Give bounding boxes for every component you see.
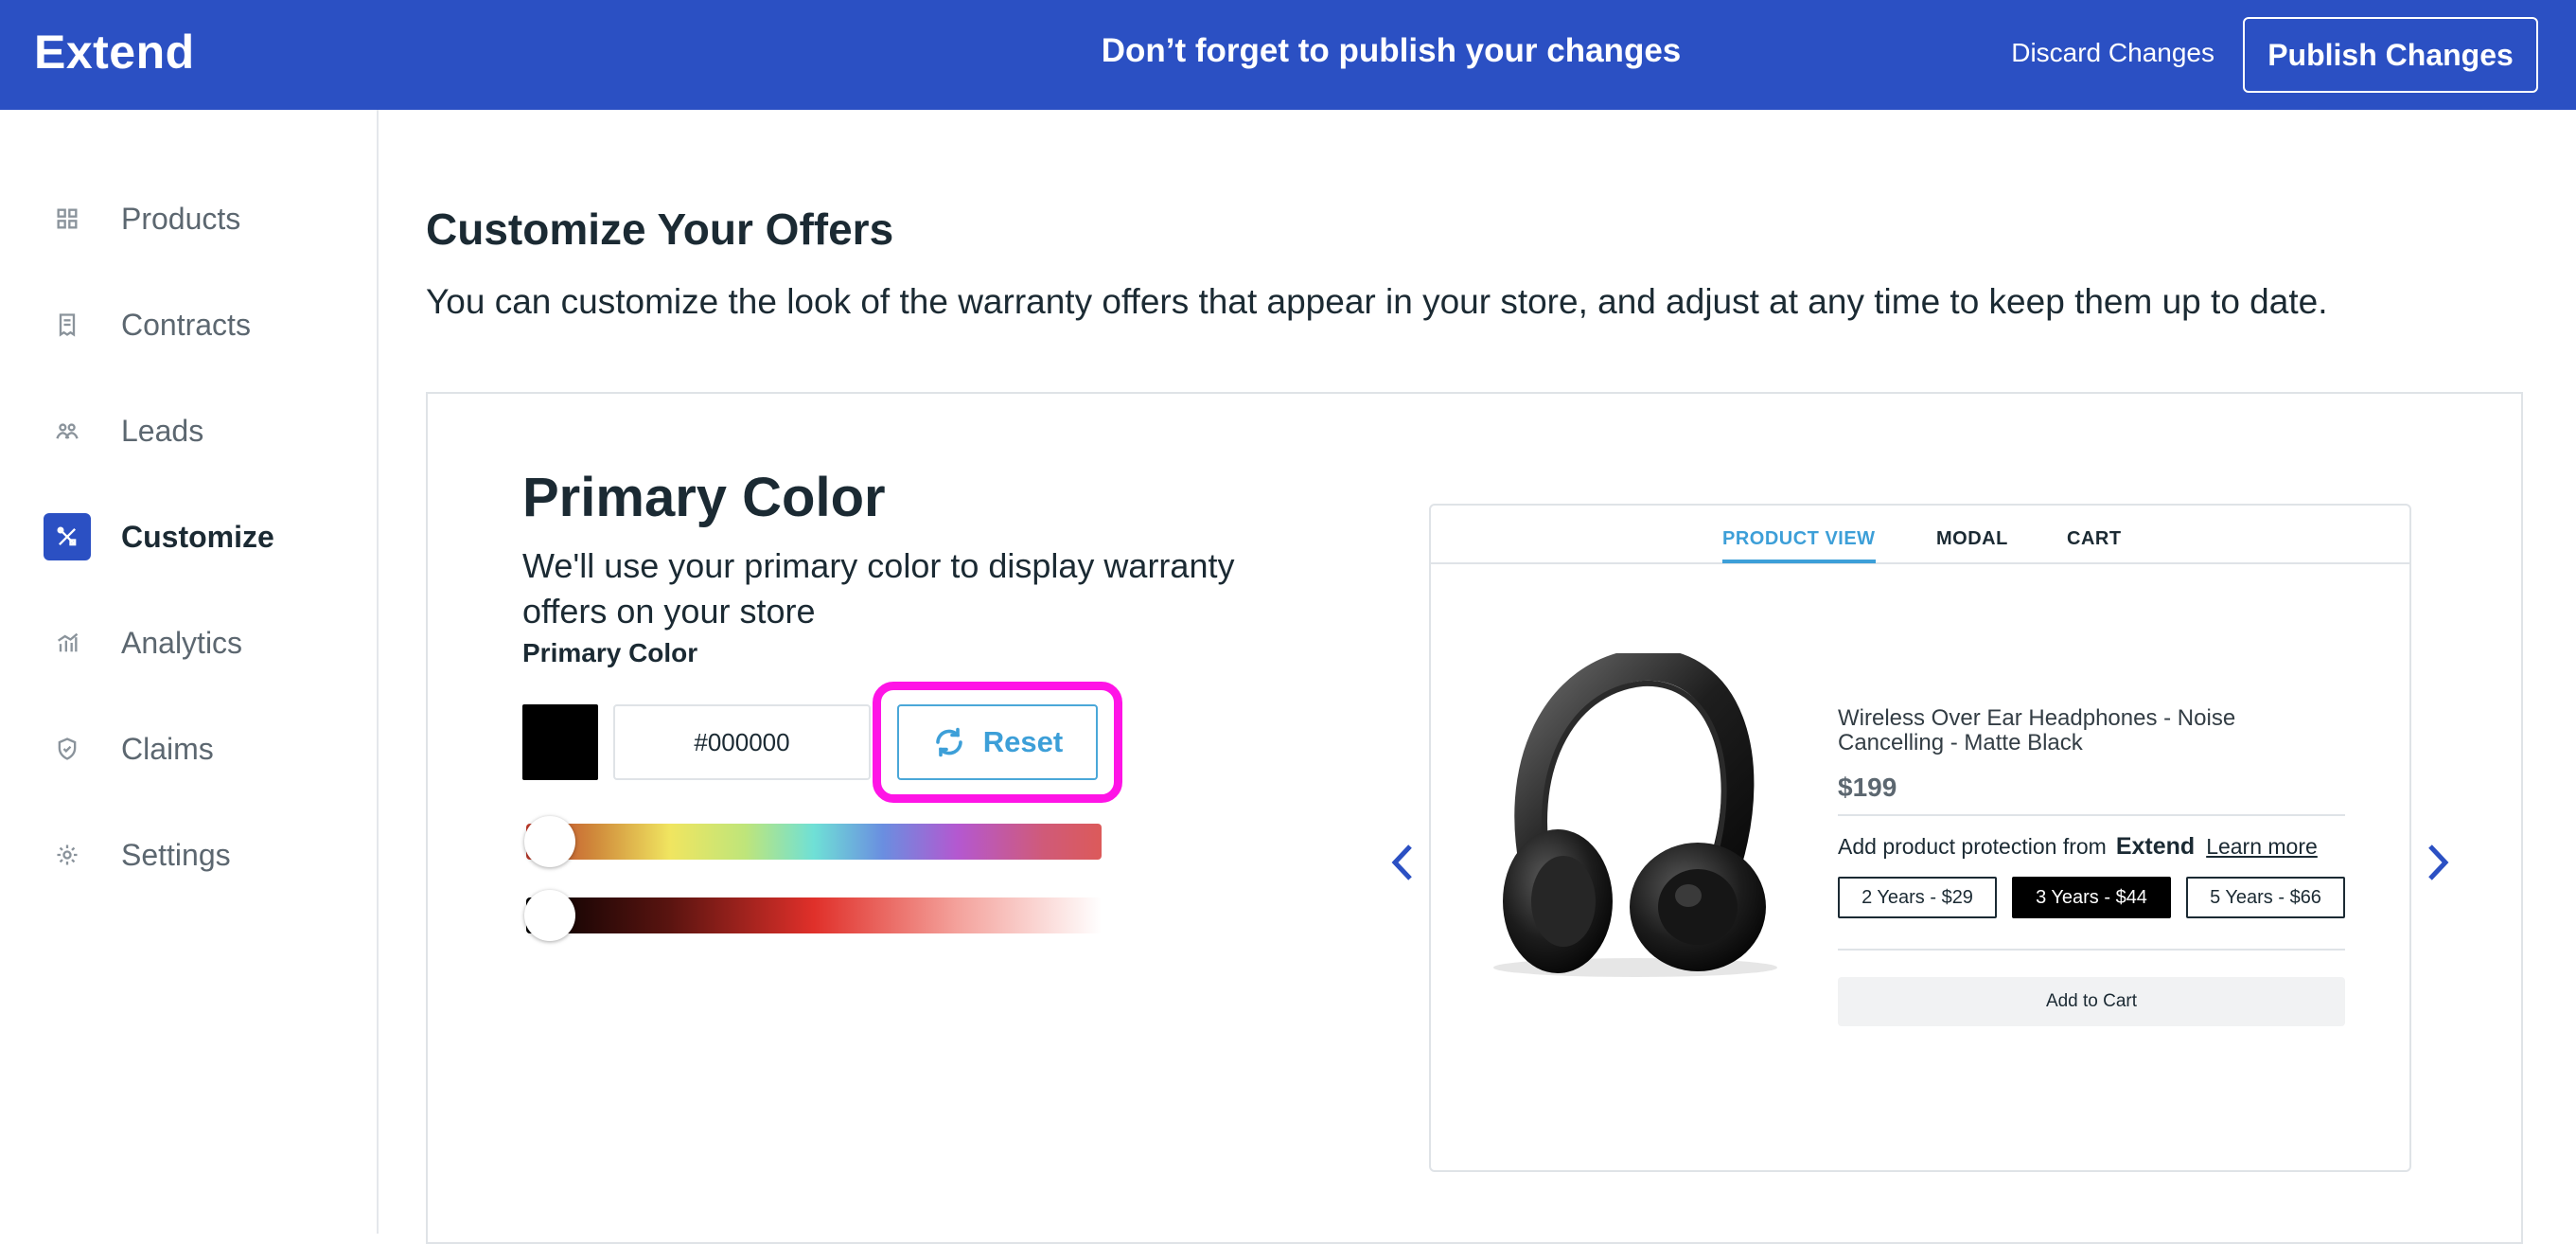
page-title: Customize Your Offers — [426, 204, 894, 254]
sidebar-item-products[interactable]: Products — [44, 190, 240, 247]
sidebar-item-label: Analytics — [121, 625, 243, 660]
extend-logo: Extend — [2115, 833, 2196, 860]
sidebar-item-settings[interactable]: Settings — [44, 826, 231, 883]
shade-slider[interactable] — [524, 890, 1102, 941]
headphones-image — [1493, 653, 1777, 977]
divider — [1838, 949, 2345, 951]
sidebar-item-label: Leads — [121, 413, 204, 448]
sidebar-item-analytics[interactable]: Analytics — [44, 614, 242, 671]
sidebar-item-leads[interactable]: Leads — [44, 402, 203, 459]
chevron-right-icon[interactable] — [2419, 839, 2457, 886]
sidebar-item-label: Claims — [121, 731, 214, 766]
sidebar-item-label: Customize — [121, 519, 274, 554]
top-bar: Extend Don’t forget to publish your chan… — [0, 0, 2576, 110]
plan-option-2-years[interactable]: 2 Years - $29 — [1838, 877, 1997, 918]
shield-icon — [44, 725, 91, 773]
add-to-cart-button[interactable]: Add to Cart — [1838, 977, 2345, 1026]
product-name: Wireless Over Ear Headphones - Noise Can… — [1838, 705, 2236, 755]
plan-option-5-years[interactable]: 5 Years - $66 — [2186, 877, 2345, 918]
tab-product-view[interactable]: PRODUCT VIEW — [1722, 528, 1876, 563]
sidebar-item-claims[interactable]: Claims — [44, 720, 214, 777]
publish-changes-button[interactable]: Publish Changes — [2243, 17, 2538, 93]
sidebar-item-label: Contracts — [121, 307, 251, 342]
divider — [1838, 814, 2345, 816]
plan-option-3-years[interactable]: 3 Years - $44 — [2012, 877, 2171, 918]
chart-icon — [44, 619, 91, 666]
tab-modal[interactable]: MODAL — [1936, 528, 2008, 550]
hex-color-input[interactable] — [613, 704, 871, 780]
primary-color-title: Primary Color — [522, 467, 886, 528]
tab-cart[interactable]: CART — [2067, 528, 2122, 550]
page-description: You can customize the look of the warran… — [426, 282, 2328, 321]
preview-tabs: PRODUCT VIEW MODAL CART — [1431, 506, 2409, 564]
protection-offer-text: Add product protection from Extend Learn… — [1838, 833, 2318, 861]
protection-label: Add product protection from — [1838, 834, 2107, 859]
primary-color-description: We'll use your primary color to display … — [522, 546, 1235, 631]
hue-slider-handle[interactable] — [524, 816, 575, 867]
reset-button[interactable]: Reset — [897, 704, 1098, 780]
reset-label: Reset — [982, 725, 1064, 758]
sidebar-item-label: Products — [121, 201, 241, 236]
chevron-left-icon[interactable] — [1384, 839, 1421, 886]
contract-icon — [44, 301, 91, 348]
discard-changes-button[interactable]: Discard Changes — [2011, 38, 2214, 68]
sidebar-item-customize[interactable]: Customize — [44, 508, 274, 565]
learn-more-link[interactable]: Learn more — [2206, 834, 2318, 860]
sidebar-item-label: Settings — [121, 837, 231, 872]
shade-slider-handle[interactable] — [524, 890, 575, 941]
color-swatch[interactable] — [522, 704, 598, 780]
sidebar-item-contracts[interactable]: Contracts — [44, 296, 251, 353]
product-price: $199 — [1838, 773, 1897, 802]
grid-icon — [44, 195, 91, 242]
hue-slider[interactable] — [524, 816, 1102, 867]
sidebar: Products Contracts Leads Customize Analy… — [0, 110, 379, 1234]
primary-color-field-label: Primary Color — [522, 638, 698, 667]
refresh-icon — [935, 727, 962, 757]
gear-icon — [44, 831, 91, 879]
people-icon — [44, 407, 91, 454]
tools-icon — [44, 513, 91, 560]
